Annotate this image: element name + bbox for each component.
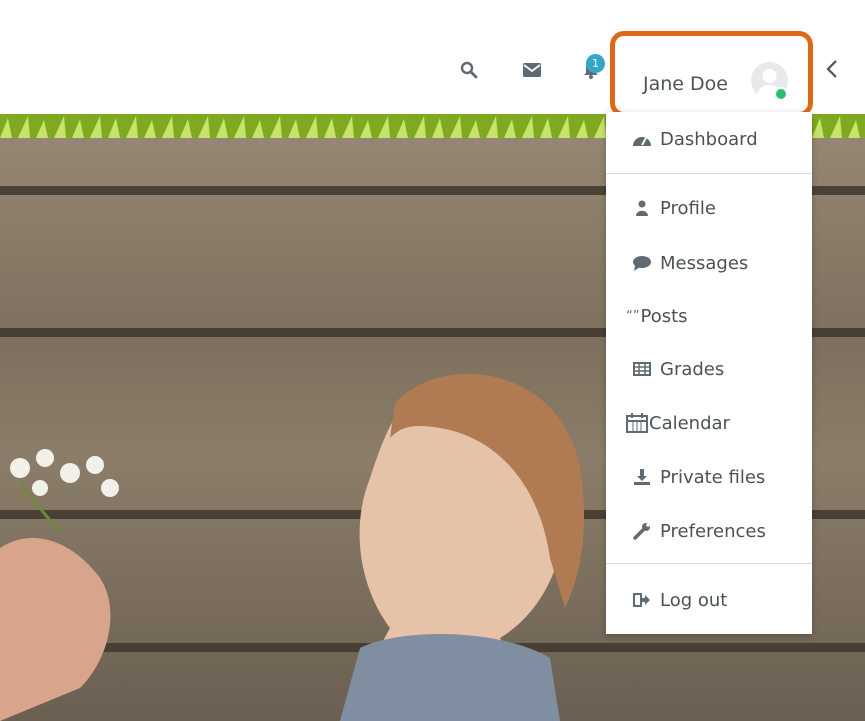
dashboard-icon [632, 129, 652, 149]
menu-item-dashboard[interactable]: Dashboard [606, 119, 812, 159]
user-dropdown-menu: Dashboard Profile Messages “” Posts Grad… [606, 112, 812, 634]
notification-count-badge[interactable]: 1 [586, 54, 605, 73]
comment-icon [632, 253, 652, 273]
search-icon[interactable] [456, 57, 482, 83]
chevron-left-icon[interactable] [822, 58, 842, 80]
sign-out-icon [632, 590, 652, 610]
menu-item-posts[interactable]: “” Posts [606, 296, 812, 336]
menu-divider [606, 173, 812, 174]
top-navbar: 1 Jane Doe [0, 0, 865, 117]
menu-label-profile: Profile [660, 197, 716, 219]
menu-label-dashboard: Dashboard [660, 128, 758, 150]
user-name: Jane Doe [643, 73, 728, 95]
menu-label-calendar: Calendar [649, 412, 730, 434]
menu-item-profile[interactable]: Profile [606, 188, 812, 228]
menu-label-messages: Messages [660, 252, 749, 274]
menu-label-preferences: Preferences [660, 520, 766, 542]
wrench-icon [632, 521, 652, 541]
child-figure [340, 373, 585, 721]
menu-item-preferences[interactable]: Preferences [606, 511, 812, 551]
table-icon [632, 359, 652, 379]
menu-label-private-files: Private files [660, 466, 766, 488]
menu-item-messages[interactable]: Messages [606, 243, 812, 283]
calendar-icon [626, 413, 648, 433]
menu-item-private-files[interactable]: Private files [606, 457, 812, 497]
user-icon [632, 198, 652, 218]
download-icon [632, 467, 652, 487]
menu-divider [606, 563, 812, 564]
online-status-dot [774, 87, 788, 101]
quote-icon: “” [626, 308, 640, 324]
menu-label-posts: Posts [640, 305, 688, 327]
hand [0, 538, 111, 721]
menu-item-calendar[interactable]: Calendar [606, 403, 812, 443]
menu-item-logout[interactable]: Log out [606, 580, 812, 620]
mail-icon[interactable] [519, 57, 545, 83]
menu-label-logout: Log out [660, 589, 728, 611]
menu-item-grades[interactable]: Grades [606, 349, 812, 389]
menu-label-grades: Grades [660, 358, 725, 380]
